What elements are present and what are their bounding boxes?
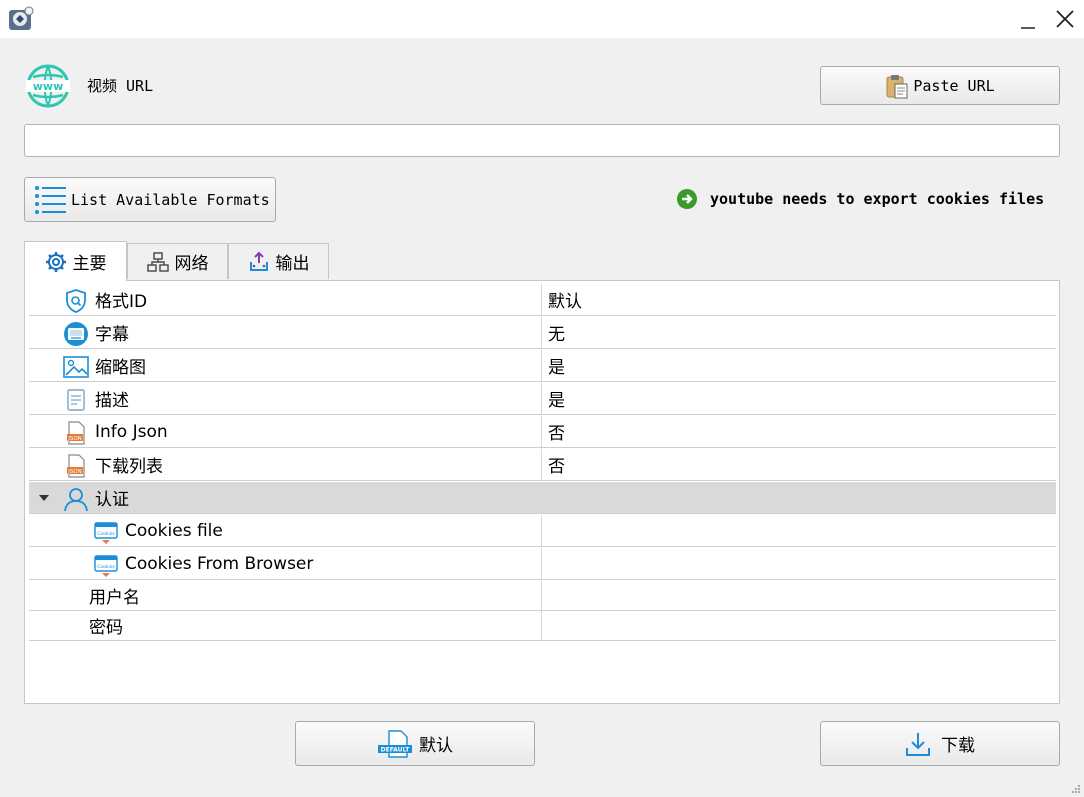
clipboard-icon bbox=[886, 74, 908, 98]
default-doc-icon: DEFAULT bbox=[378, 729, 412, 758]
paste-url-button[interactable]: Paste URL bbox=[820, 66, 1060, 105]
tab-output[interactable]: 输出 bbox=[228, 243, 329, 279]
gear-icon bbox=[45, 251, 66, 272]
close-icon[interactable] bbox=[1052, 6, 1078, 32]
property-label: Info Json bbox=[95, 421, 168, 442]
svg-text:DEFAULT: DEFAULT bbox=[381, 746, 411, 753]
url-label: 视频 URL bbox=[87, 77, 154, 95]
property-value[interactable]: 否 bbox=[542, 449, 1056, 480]
app-icon bbox=[9, 6, 34, 30]
property-grid: 格式ID 默认 字幕 无 缩略图 是 描述 是 JSON Info Json 否… bbox=[24, 280, 1060, 704]
json-file-icon: JSON bbox=[67, 454, 85, 478]
user-icon bbox=[64, 488, 88, 512]
default-button[interactable]: DEFAULT 默认 bbox=[295, 721, 535, 766]
tab-main[interactable]: 主要 bbox=[24, 241, 127, 281]
property-value[interactable] bbox=[542, 548, 1056, 579]
download-button-label: 下载 bbox=[941, 736, 975, 756]
property-label: 密码 bbox=[89, 618, 123, 638]
property-label: Cookies file bbox=[125, 520, 223, 541]
cookies-icon: Cookies bbox=[94, 555, 118, 577]
download-button[interactable]: 下载 bbox=[820, 721, 1060, 766]
property-label: 描述 bbox=[95, 391, 129, 411]
list-formats-label: List Available Formats bbox=[71, 190, 270, 209]
property-value[interactable]: 是 bbox=[542, 383, 1056, 414]
shield-search-icon bbox=[66, 289, 86, 313]
svg-text:JSON: JSON bbox=[67, 469, 82, 475]
json-file-icon: JSON bbox=[67, 421, 85, 445]
download-icon bbox=[906, 732, 930, 756]
property-row-download-list[interactable]: JSON 下载列表 否 bbox=[29, 449, 1056, 481]
arrow-right-circle-icon bbox=[677, 189, 697, 209]
property-value[interactable] bbox=[542, 581, 1056, 610]
tab-network[interactable]: 网络 bbox=[127, 243, 228, 279]
notepad-icon bbox=[67, 389, 85, 411]
tab-network-label: 网络 bbox=[174, 254, 209, 274]
property-label: 缩略图 bbox=[95, 358, 146, 378]
www-globe-icon: www bbox=[26, 64, 70, 108]
subtitle-icon bbox=[64, 322, 88, 346]
collapse-caret-icon[interactable] bbox=[39, 495, 49, 501]
auth-group-label: 认证 bbox=[95, 490, 129, 510]
property-label: Cookies From Browser bbox=[125, 553, 314, 574]
paste-url-label: Paste URL bbox=[913, 76, 995, 95]
cookies-notice: youtube needs to export cookies files bbox=[676, 188, 1044, 210]
property-row-password[interactable]: 密码 bbox=[29, 611, 1056, 641]
title-bar bbox=[0, 0, 1084, 38]
list-icon bbox=[35, 185, 66, 214]
svg-text:JSON: JSON bbox=[67, 436, 82, 442]
tab-main-label: 主要 bbox=[72, 254, 107, 274]
network-icon bbox=[146, 251, 169, 272]
property-row-format-id[interactable]: 格式ID 默认 bbox=[29, 284, 1056, 316]
property-value[interactable]: 是 bbox=[542, 350, 1056, 381]
svg-text:Cookies: Cookies bbox=[97, 531, 115, 537]
property-row-cookies-file[interactable]: Cookies Cookies file bbox=[29, 515, 1056, 547]
property-row-subtitles[interactable]: 字幕 无 bbox=[29, 317, 1056, 349]
property-value[interactable] bbox=[542, 515, 1056, 546]
auth-group-header[interactable]: 认证 bbox=[29, 482, 1056, 514]
minimize-icon[interactable] bbox=[1016, 6, 1042, 32]
property-value[interactable]: 无 bbox=[542, 317, 1056, 348]
list-formats-button[interactable]: List Available Formats bbox=[24, 177, 276, 222]
property-row-info-json[interactable]: JSON Info Json 否 bbox=[29, 416, 1056, 448]
cookies-notice-text: youtube needs to export cookies files bbox=[710, 190, 1045, 208]
property-label: 格式ID bbox=[95, 292, 148, 312]
svg-text:Cookies: Cookies bbox=[97, 564, 115, 570]
property-value[interactable] bbox=[542, 611, 1056, 640]
url-input[interactable] bbox=[24, 124, 1060, 157]
default-button-label: 默认 bbox=[419, 736, 453, 756]
property-row-username[interactable]: 用户名 bbox=[29, 581, 1056, 611]
output-icon bbox=[249, 251, 268, 271]
tab-output-label: 输出 bbox=[275, 254, 310, 274]
property-label: 用户名 bbox=[89, 588, 140, 608]
resize-grip-icon[interactable] bbox=[1069, 782, 1081, 794]
property-row-cookies-browser[interactable]: Cookies Cookies From Browser bbox=[29, 548, 1056, 580]
property-row-description[interactable]: 描述 是 bbox=[29, 383, 1056, 415]
property-value[interactable]: 否 bbox=[542, 416, 1056, 447]
image-icon bbox=[63, 356, 89, 378]
cookies-icon: Cookies bbox=[94, 522, 118, 544]
property-row-thumbnail[interactable]: 缩略图 是 bbox=[29, 350, 1056, 382]
property-value[interactable]: 默认 bbox=[542, 284, 1056, 315]
property-label: 字幕 bbox=[95, 325, 129, 345]
svg-text:www: www bbox=[33, 80, 64, 93]
property-label: 下载列表 bbox=[95, 457, 163, 477]
